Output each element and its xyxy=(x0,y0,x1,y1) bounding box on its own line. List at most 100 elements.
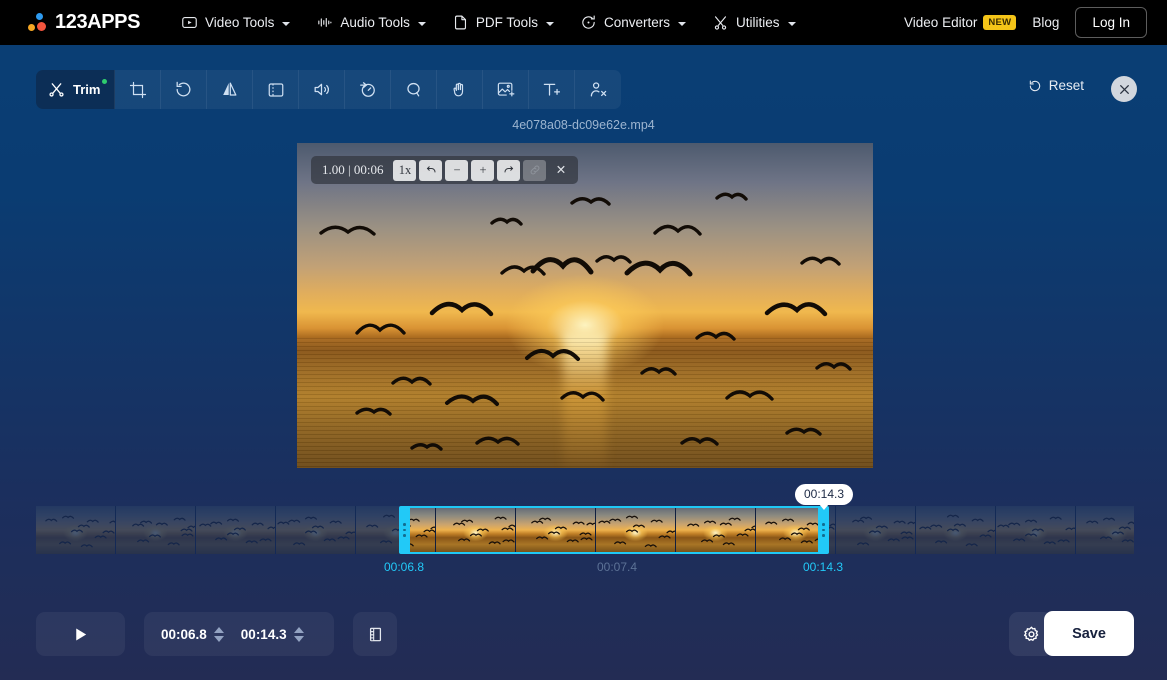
timeline-frame-birds xyxy=(531,517,595,543)
filmstrip-icon xyxy=(369,627,381,641)
tool-loop[interactable] xyxy=(391,70,438,109)
chevron-down-icon xyxy=(545,21,554,26)
convert-refresh-icon xyxy=(582,15,595,29)
timeline-filmstrip[interactable] xyxy=(36,506,1134,554)
play-icon xyxy=(76,627,87,641)
timeline-frame-birds xyxy=(997,516,1075,545)
timeline-frame[interactable] xyxy=(36,506,116,554)
timeline-frame[interactable] xyxy=(996,506,1076,554)
timeline-frame[interactable] xyxy=(916,506,996,554)
document-icon xyxy=(454,15,466,30)
rotate-left-icon xyxy=(177,81,191,97)
end-time-field[interactable]: 00:14.3 xyxy=(224,626,304,642)
video-preview[interactable]: 1.00 | 00:06 1x − + ✕ xyxy=(297,143,873,468)
stepper-down-icon xyxy=(213,635,224,642)
nav-item-audio-tools[interactable]: Audio Tools xyxy=(305,8,437,37)
reset-label: Reset xyxy=(1048,78,1084,93)
overlay-undo-button[interactable] xyxy=(419,159,443,181)
timeline-frame-birds xyxy=(277,516,355,546)
nav-label-utilities: Utilities xyxy=(735,15,780,30)
timeline-frame-birds xyxy=(598,515,675,548)
tool-remove-person[interactable] xyxy=(575,70,621,109)
timeline-frame[interactable] xyxy=(1076,506,1134,554)
speaker-icon xyxy=(315,83,330,96)
timeline-frame-birds xyxy=(366,514,435,547)
tool-trim[interactable]: Trim xyxy=(36,70,116,109)
nav-label-converters: Converters xyxy=(603,15,670,30)
redo-icon xyxy=(504,166,514,173)
scissors-icon xyxy=(49,83,64,97)
timeline-start-label: 00:06.8 xyxy=(384,560,425,574)
video-play-icon xyxy=(182,16,197,29)
remove-person-icon xyxy=(590,82,607,97)
timeline-frame[interactable] xyxy=(836,506,916,554)
tool-rotate[interactable] xyxy=(161,70,208,109)
filmstrip-toggle-button[interactable] xyxy=(353,612,397,656)
reset-rotate-icon xyxy=(1029,80,1040,91)
new-badge: NEW xyxy=(983,15,1017,30)
overlay-readout: 1.00 | 00:06 xyxy=(322,162,384,177)
timeline-frame[interactable] xyxy=(196,506,276,554)
blog-link[interactable]: Blog xyxy=(1032,15,1059,30)
trim-end-tooltip: 00:14.3 xyxy=(794,484,854,505)
overlay-close-button[interactable]: ✕ xyxy=(549,160,572,181)
timeline-frame[interactable] xyxy=(276,506,356,554)
end-time-value: 00:14.3 xyxy=(240,626,287,642)
loop-icon xyxy=(407,82,421,97)
tool-resize[interactable] xyxy=(253,70,300,109)
nav-item-video-tools[interactable]: Video Tools xyxy=(170,8,301,37)
end-time-stepper[interactable] xyxy=(293,626,304,642)
video-editor-link[interactable]: Video Editor NEW xyxy=(904,15,1017,30)
stepper-up-icon xyxy=(293,626,304,633)
close-editor-button[interactable] xyxy=(1111,76,1137,102)
save-button[interactable]: Save xyxy=(1044,611,1134,656)
nav-label-pdf-tools: PDF Tools xyxy=(475,15,538,30)
login-button[interactable]: Log In xyxy=(1075,7,1147,38)
tool-add-text[interactable] xyxy=(529,70,576,109)
reset-button[interactable]: Reset xyxy=(1028,78,1084,93)
timeline-frame[interactable] xyxy=(356,506,436,554)
timeline[interactable]: 00:14.3 00:06.8 00:07.4 00:14.3 xyxy=(36,484,1134,574)
overlay-redo-button[interactable] xyxy=(497,159,521,181)
overlay-link-button[interactable] xyxy=(523,159,547,181)
tool-stabilize[interactable] xyxy=(437,70,484,109)
nav-item-converters[interactable]: Converters xyxy=(569,8,697,37)
start-time-stepper[interactable] xyxy=(213,626,224,642)
chevron-down-icon xyxy=(677,21,686,26)
chevron-down-icon xyxy=(282,21,291,26)
overlay-zoom-in-button[interactable]: + xyxy=(471,159,495,181)
timeline-frame[interactable] xyxy=(116,506,196,554)
timeline-frame[interactable] xyxy=(676,506,756,554)
trim-handle-start[interactable] xyxy=(399,506,410,554)
overlay-zoom-out-button[interactable]: − xyxy=(445,159,469,181)
tool-image-overlay[interactable] xyxy=(483,70,530,109)
undo-icon xyxy=(426,166,436,173)
trim-handle-end[interactable] xyxy=(818,506,829,554)
timeline-frame[interactable] xyxy=(436,506,516,554)
tool-volume[interactable] xyxy=(299,70,346,109)
overlay-speed-button[interactable]: 1x xyxy=(393,159,417,181)
nav-item-pdf-tools[interactable]: PDF Tools xyxy=(441,8,565,37)
resize-frame-icon xyxy=(268,82,284,97)
tool-crop[interactable] xyxy=(115,70,162,109)
add-image-icon xyxy=(498,82,515,97)
link-icon xyxy=(530,165,540,175)
trim-time-inputs[interactable]: 00:06.8 00:14.3 xyxy=(144,612,334,656)
play-button[interactable] xyxy=(36,612,125,656)
timeline-frame[interactable] xyxy=(516,506,596,554)
nav-item-utilities[interactable]: Utilities xyxy=(701,8,807,37)
video-editor-label: Video Editor xyxy=(904,15,978,30)
chevron-down-icon xyxy=(787,21,796,26)
brand-logo[interactable]: 123APPS xyxy=(28,11,140,34)
nav-label-audio-tools: Audio Tools xyxy=(340,15,410,30)
chevron-down-icon xyxy=(417,21,426,26)
tool-speed[interactable] xyxy=(345,70,392,109)
wave-hand-icon xyxy=(453,82,464,97)
start-time-field[interactable]: 00:06.8 xyxy=(144,626,224,642)
editor-toolbar: Trim xyxy=(36,70,622,109)
tool-flip[interactable] xyxy=(207,70,254,109)
gear-icon xyxy=(1023,626,1038,641)
file-name-label: 4e078a08-dc09e62e.mp4 xyxy=(512,118,655,132)
timeline-frame[interactable] xyxy=(596,506,676,554)
stepper-down-icon xyxy=(293,635,304,642)
